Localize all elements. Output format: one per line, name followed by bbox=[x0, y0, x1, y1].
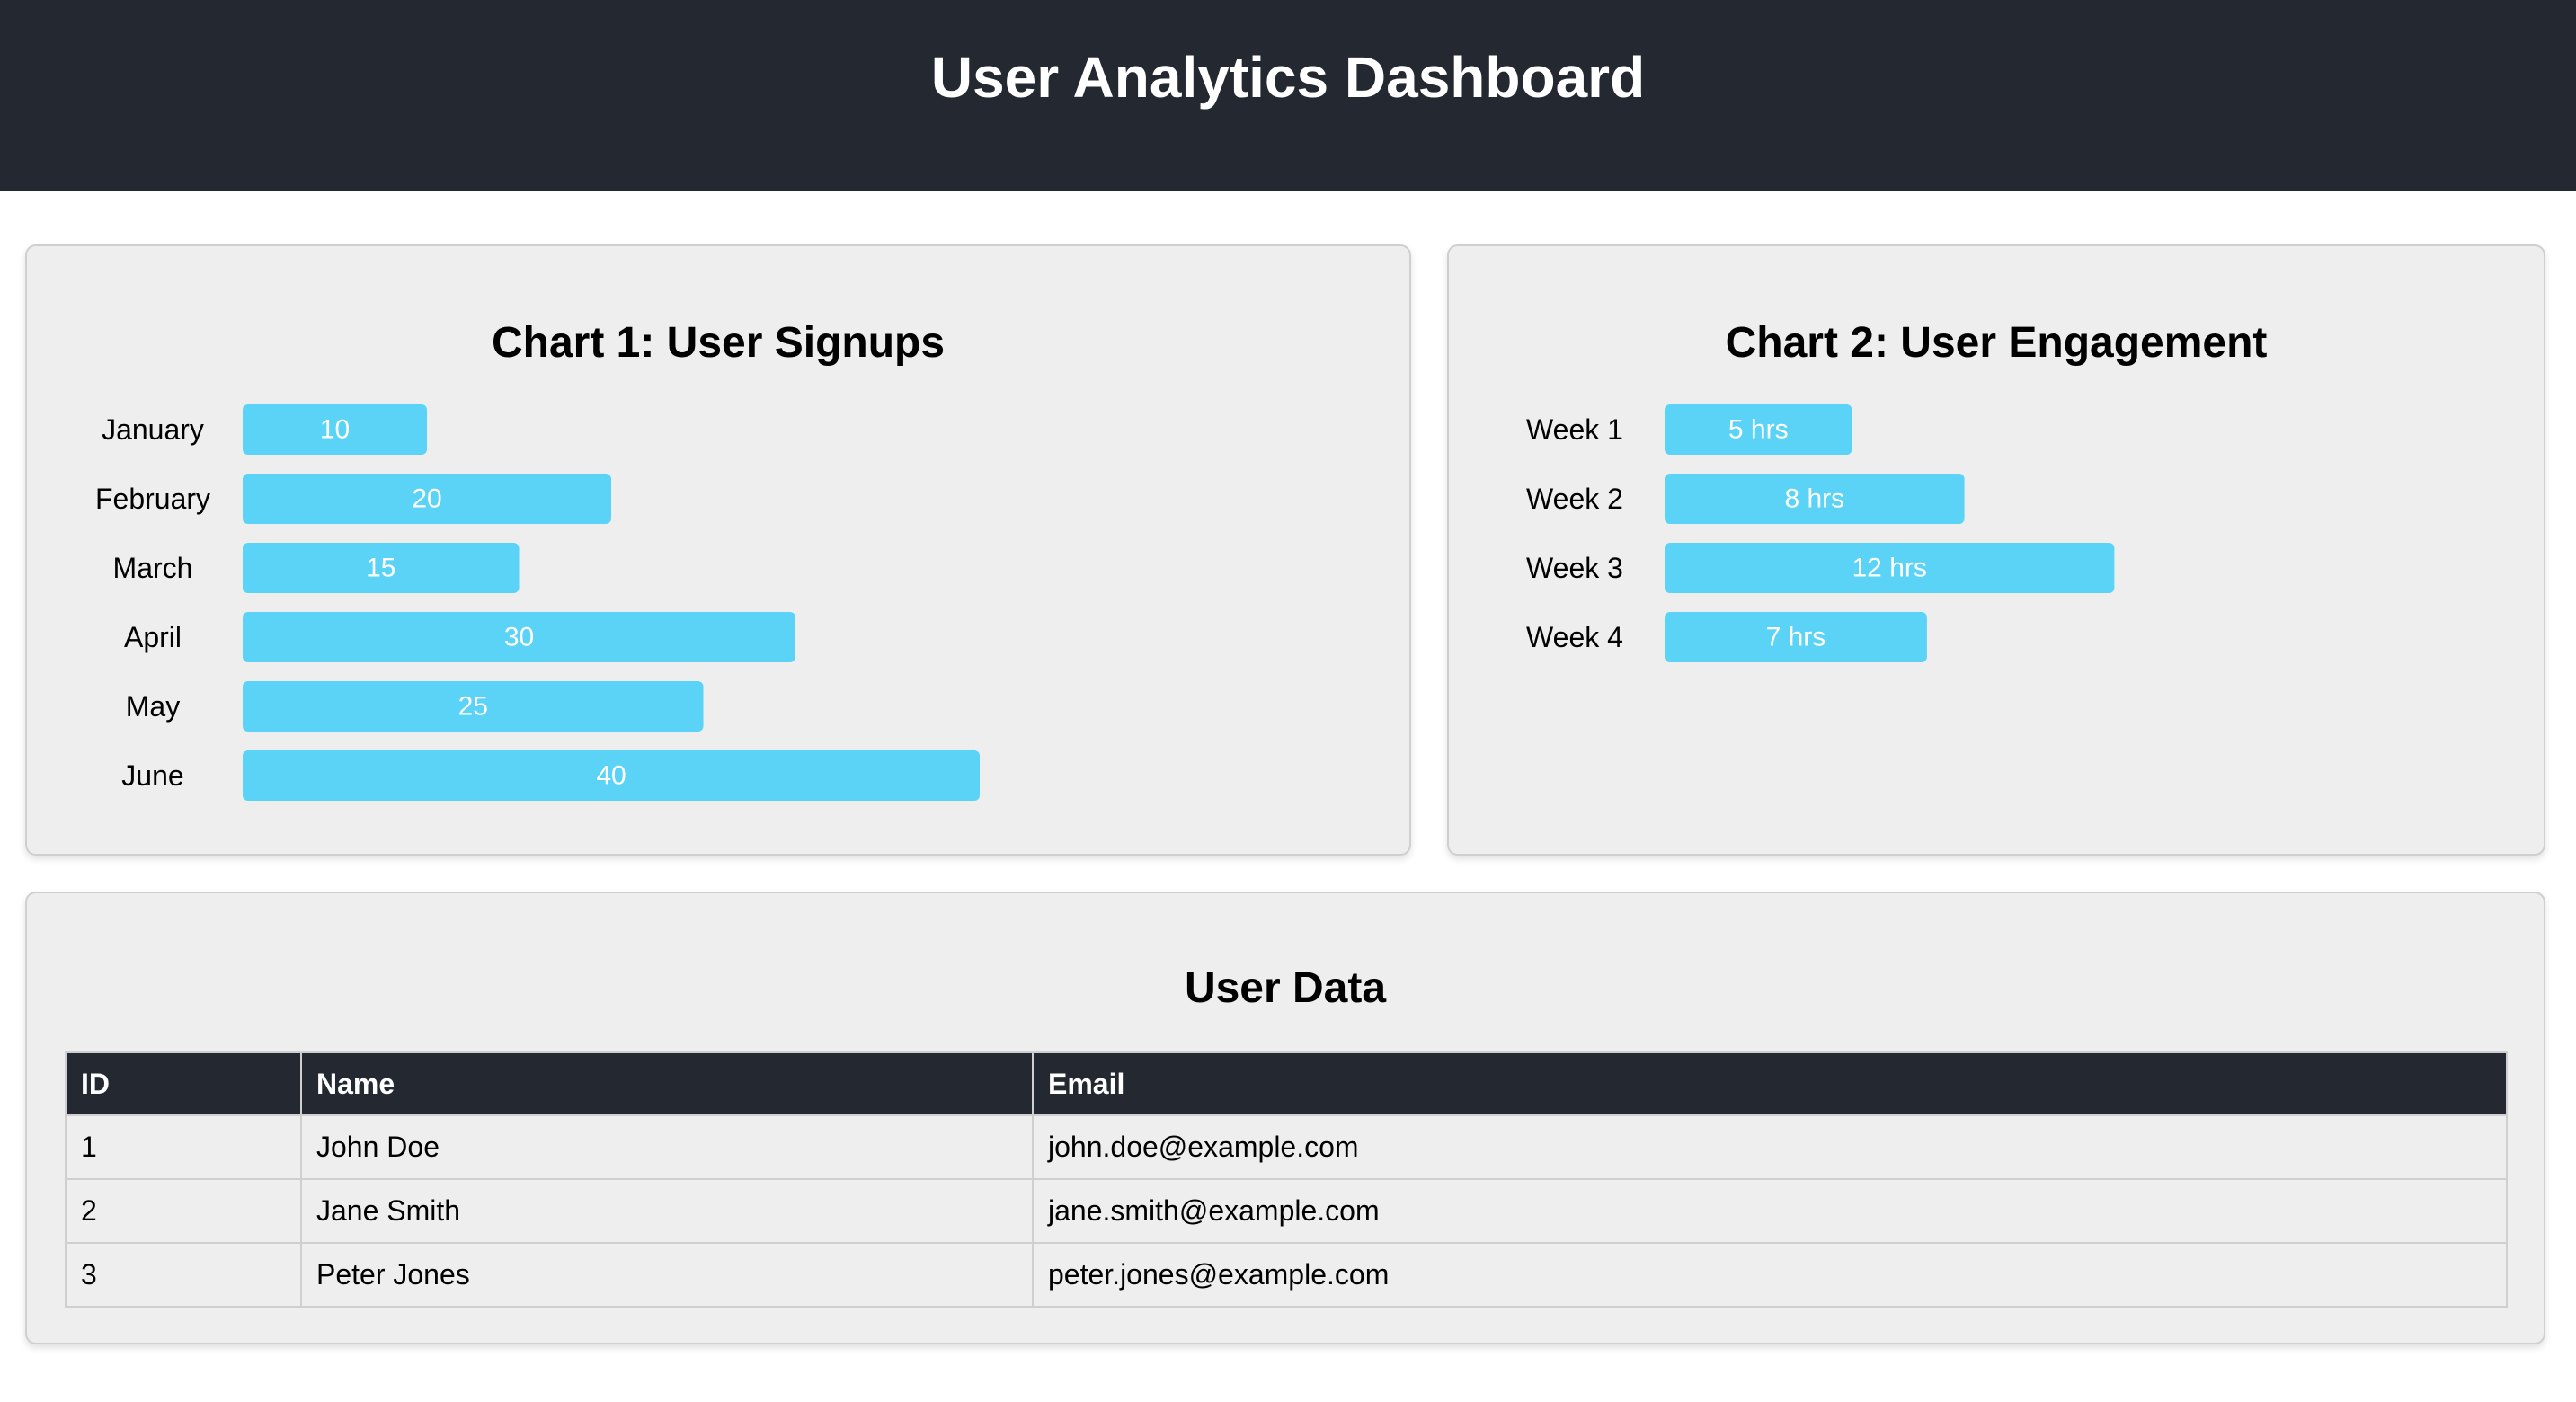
bar-value-label: 15 bbox=[366, 554, 395, 583]
bar-value-label: 10 bbox=[320, 415, 350, 445]
table-row: 2 Jane Smith jane.smith@example.com bbox=[65, 1178, 2508, 1244]
engagement-chart-panel: Chart 2: User Engagement Week 15 hrs Week… bbox=[1447, 244, 2545, 856]
category-label: June bbox=[121, 759, 183, 792]
table-row: 3 Peter Jones peter.jones@example.com bbox=[65, 1242, 2508, 1308]
page-title: User Analytics Dashboard bbox=[930, 45, 1646, 110]
table-title: User Data bbox=[1184, 964, 1387, 1012]
cell-id: 1 bbox=[65, 1114, 302, 1180]
category-label: Week 1 bbox=[1526, 413, 1623, 446]
category-label: Week 2 bbox=[1526, 483, 1623, 515]
bar-value-label: 12 hrs bbox=[1852, 554, 1927, 583]
cell-name: Jane Smith bbox=[300, 1178, 1034, 1244]
column-header-name: Name bbox=[300, 1052, 1034, 1116]
bar-value-label: 40 bbox=[596, 761, 626, 791]
column-header-email: Email bbox=[1032, 1052, 2508, 1116]
cell-email: john.doe@example.com bbox=[1032, 1114, 2508, 1180]
category-label: Week 3 bbox=[1526, 552, 1623, 584]
cell-name: Peter Jones bbox=[300, 1242, 1034, 1308]
user-data-panel: User Data ID Name Email 1 John Doe john.… bbox=[25, 892, 2545, 1344]
column-header-id: ID bbox=[65, 1052, 302, 1116]
category-label: April bbox=[124, 621, 182, 653]
table-row: 1 John Doe john.doe@example.com bbox=[65, 1114, 2508, 1180]
dashboard-header: User Analytics Dashboard bbox=[0, 0, 2576, 191]
table-header-row: ID Name Email bbox=[65, 1052, 2508, 1116]
cell-name: John Doe bbox=[300, 1114, 1034, 1180]
cell-email: peter.jones@example.com bbox=[1032, 1242, 2508, 1308]
cell-id: 2 bbox=[65, 1178, 302, 1244]
category-label: January bbox=[102, 413, 204, 446]
bar-value-label: 7 hrs bbox=[1766, 623, 1826, 652]
signups-bar-chart: January 10 February 20 March 15 April 30 May 25 Ju… bbox=[95, 404, 980, 801]
category-label: Week 4 bbox=[1526, 621, 1623, 653]
user-table: ID Name Email 1 John Doe john.doe@exampl… bbox=[65, 1052, 2508, 1308]
cell-email: jane.smith@example.com bbox=[1032, 1178, 2508, 1244]
category-label: May bbox=[126, 690, 180, 723]
category-label: March bbox=[113, 552, 193, 584]
bar-value-label: 30 bbox=[504, 623, 534, 652]
cell-id: 3 bbox=[65, 1242, 302, 1308]
signups-chart-panel: Chart 1: User Signups January 10 February 2… bbox=[25, 244, 1411, 856]
bar-value-label: 20 bbox=[412, 484, 441, 514]
bar-value-label: 8 hrs bbox=[1784, 484, 1844, 514]
bar-value-label: 5 hrs bbox=[1728, 415, 1789, 445]
category-label: February bbox=[95, 483, 210, 515]
engagement-bar-chart: Week 1 5 hrs Week 2 8 hrs Week 3 12 hrs Week 4… bbox=[1526, 404, 2115, 662]
bar-value-label: 25 bbox=[458, 692, 488, 722]
